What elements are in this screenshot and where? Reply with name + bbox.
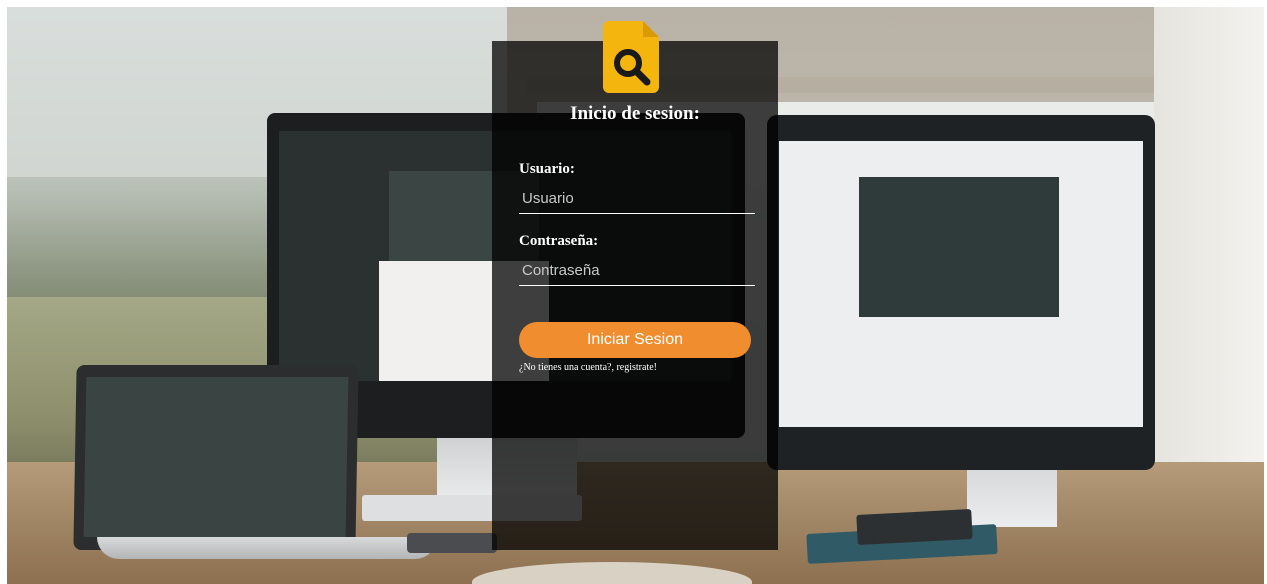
password-label: Contraseña:: [519, 233, 599, 249]
login-button[interactable]: Iniciar Sesion: [519, 322, 751, 358]
background-phone: [407, 533, 497, 553]
password-input[interactable]: [519, 256, 755, 286]
background-laptop-base: [97, 537, 437, 559]
background-laptop-screen: [83, 377, 349, 537]
login-title: Inicio de sesion:: [570, 103, 700, 124]
background-laptop: [73, 365, 359, 550]
search-document-icon: [603, 21, 659, 93]
background-curtain: [1154, 7, 1264, 477]
background-book-black: [856, 509, 973, 545]
background-monitor: [767, 115, 1155, 470]
background-monitor-screen: [779, 141, 1143, 427]
background-monitor-hero: [859, 177, 1059, 317]
username-input[interactable]: [519, 184, 755, 214]
register-link[interactable]: ¿No tienes una cuenta?, registrate!: [519, 362, 657, 373]
username-label: Usuario:: [519, 161, 575, 177]
